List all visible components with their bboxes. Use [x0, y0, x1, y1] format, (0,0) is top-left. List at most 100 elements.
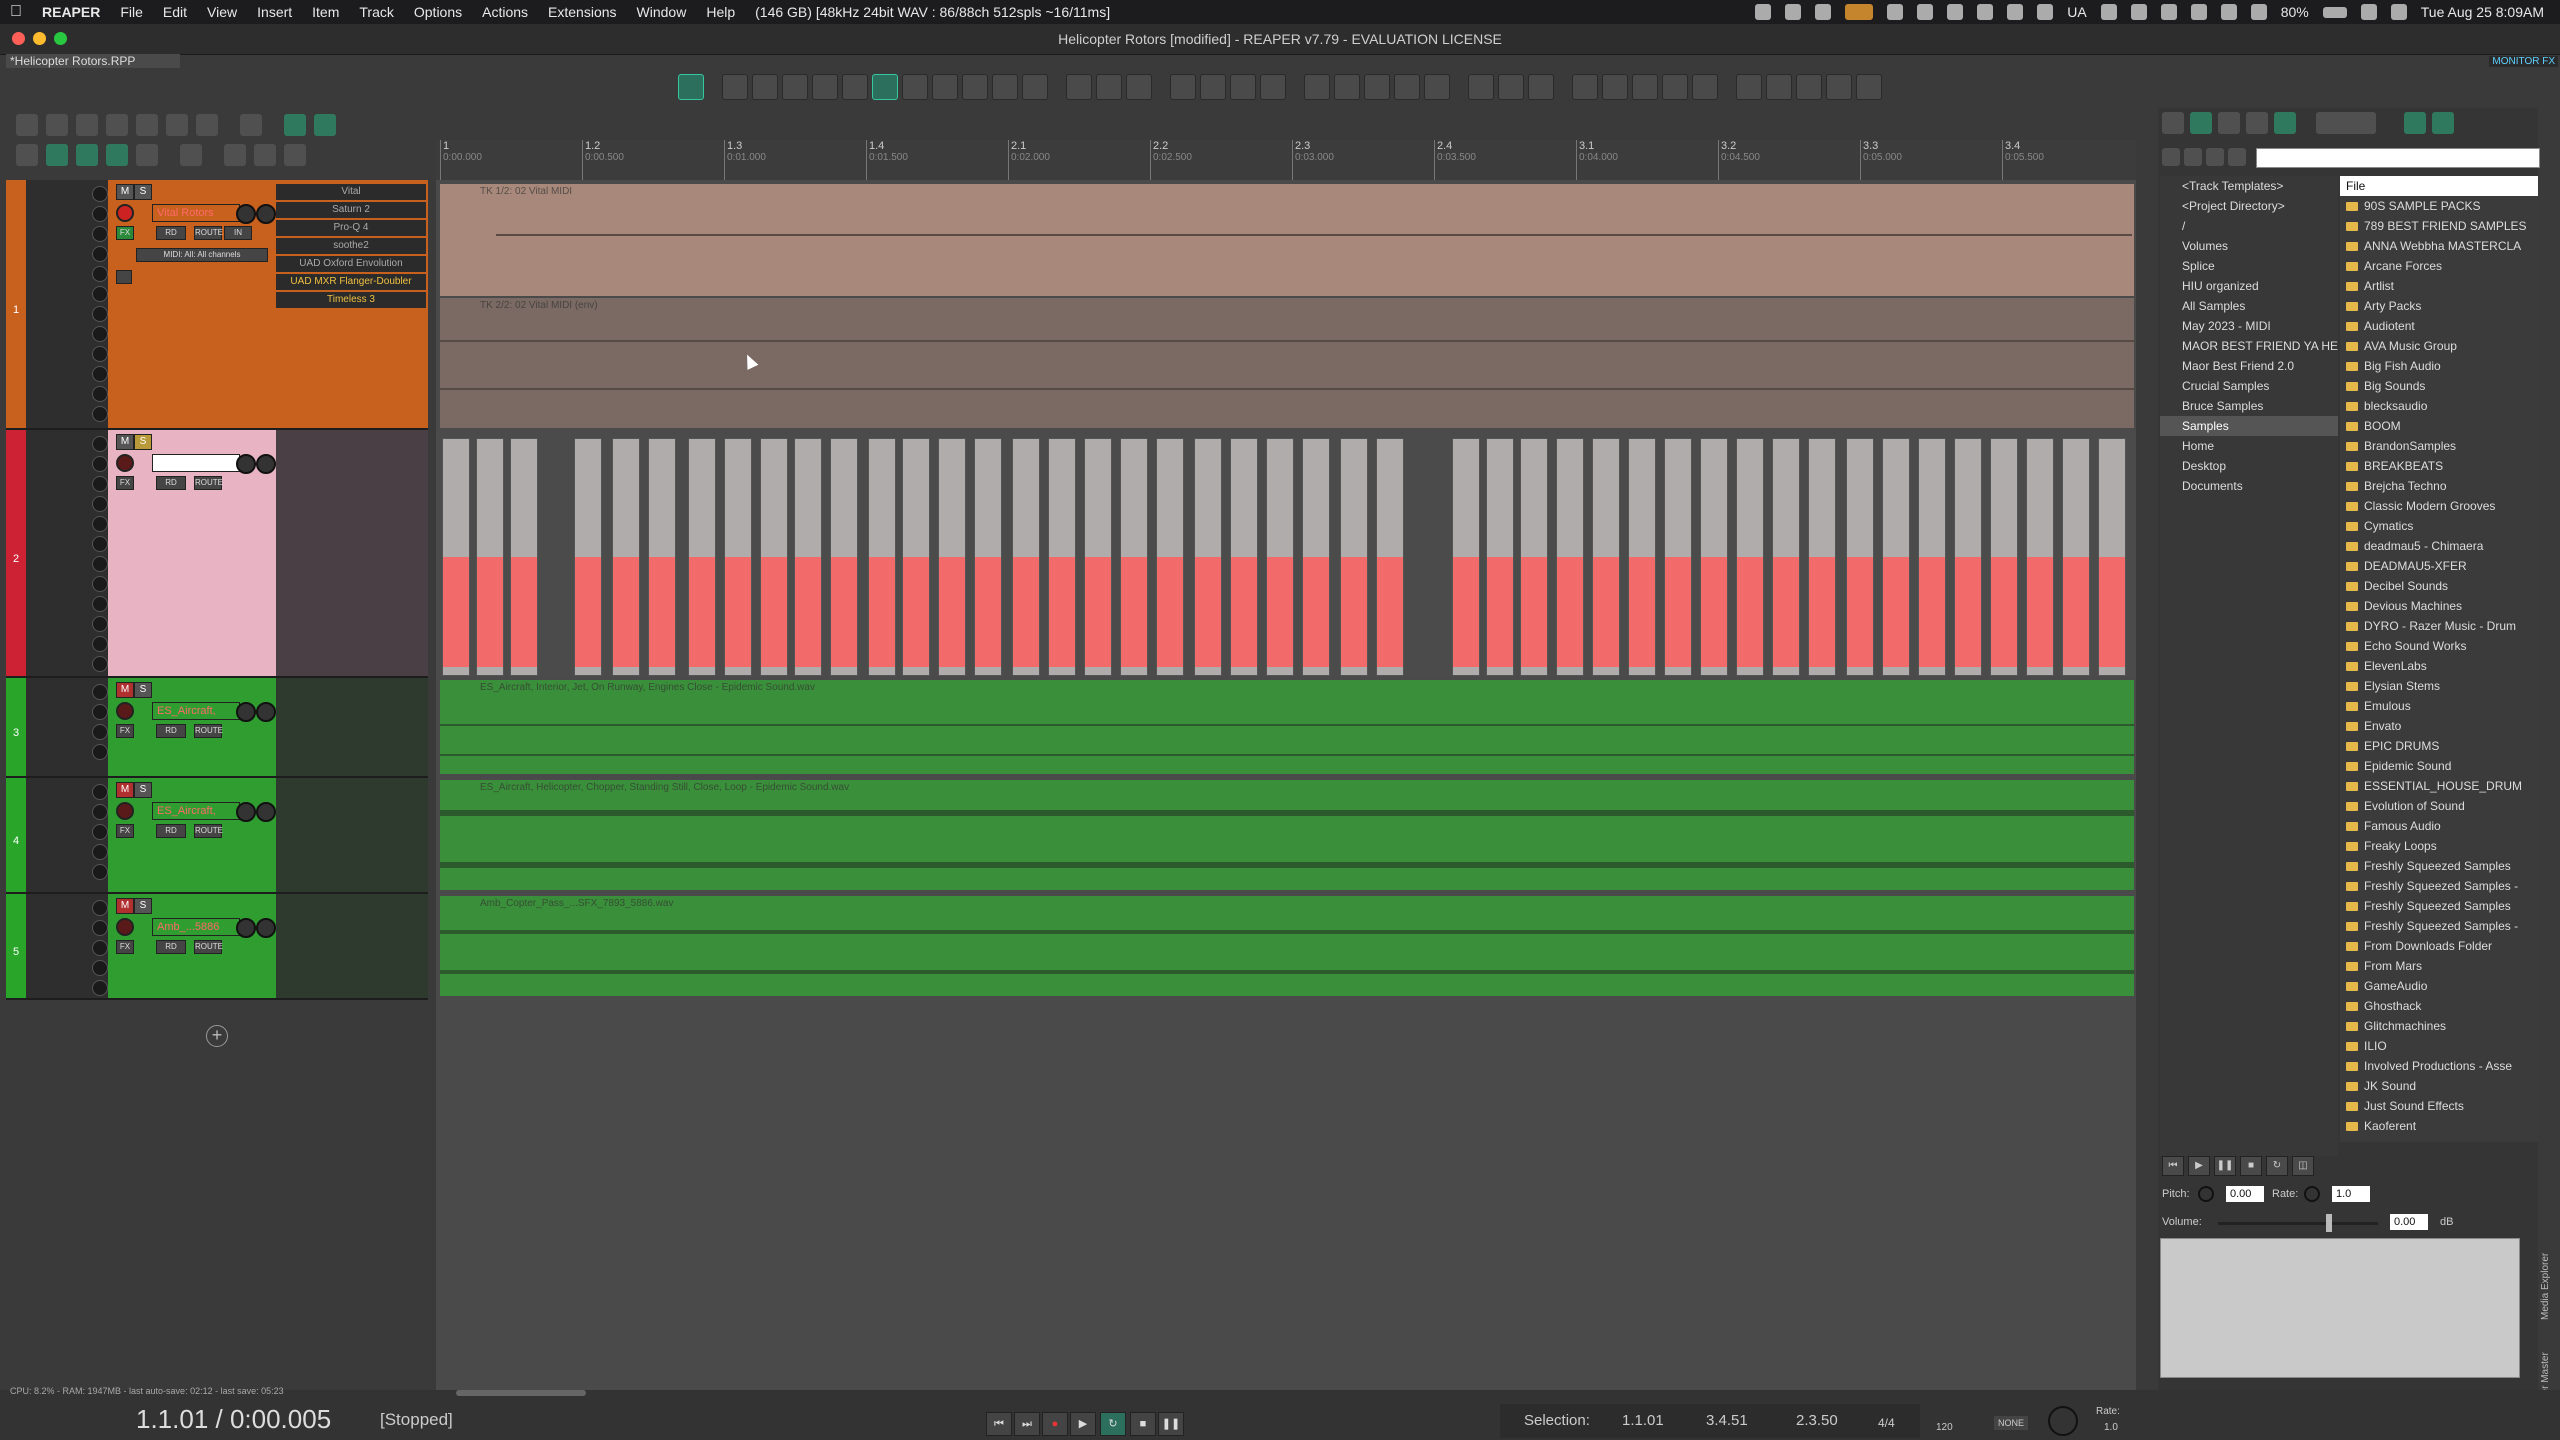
volume-knob[interactable]	[236, 454, 256, 474]
pause-button[interactable]: ❚❚	[1158, 1412, 1184, 1436]
status-icon[interactable]	[2037, 4, 2054, 20]
explorer-tool-icon[interactable]	[2274, 112, 2296, 134]
midi-clip[interactable]	[830, 438, 858, 676]
file-item[interactable]: Audiotent	[2340, 316, 2538, 336]
redo-icon[interactable]	[166, 114, 188, 136]
add-track-button[interactable]: +	[206, 1025, 228, 1047]
midi-item-envelope[interactable]: TK 2/2: 02 Vital MIDI (env)	[440, 298, 2134, 428]
mute-button[interactable]: M	[116, 434, 134, 450]
rd-button[interactable]: RD	[156, 476, 186, 490]
solo-button[interactable]: S	[134, 782, 152, 798]
rd-button[interactable]: RD	[156, 824, 186, 838]
midi-clip[interactable]	[1376, 438, 1404, 676]
phase-icon[interactable]	[116, 270, 132, 284]
toolbar-button[interactable]	[1528, 74, 1554, 100]
file-item[interactable]: Freshly Squeezed Samples -	[2340, 916, 2538, 936]
menu-actions[interactable]: Actions	[472, 4, 538, 20]
fx-button[interactable]: FX	[116, 824, 134, 838]
midi-clip[interactable]	[760, 438, 788, 676]
midi-clip[interactable]	[476, 438, 504, 676]
selection-end[interactable]: 3.4.51	[1706, 1412, 1748, 1429]
track-lane[interactable]: ES_Aircraft, Interior, Jet, On Runway, E…	[436, 678, 2136, 776]
dir-item[interactable]: Splice	[2160, 256, 2338, 276]
toolbar-button[interactable]	[962, 74, 988, 100]
toolbar-button[interactable]	[678, 74, 704, 100]
menu-file[interactable]: File	[110, 4, 153, 20]
file-item[interactable]: Artlist	[2340, 276, 2538, 296]
toolbar-button[interactable]	[1334, 74, 1360, 100]
midi-clip[interactable]	[1846, 438, 1874, 676]
tool-icon[interactable]	[254, 144, 276, 166]
play-icon[interactable]	[2190, 4, 2207, 20]
bpm-display[interactable]: 120	[1936, 1422, 1953, 1433]
solo-button[interactable]: S	[134, 434, 152, 450]
toolbar-button[interactable]	[1170, 74, 1196, 100]
volume-knob[interactable]	[236, 204, 256, 224]
rate-field[interactable]: 1.0	[2332, 1186, 2370, 1202]
midi-clip[interactable]	[1990, 438, 2018, 676]
explorer-tool-icon[interactable]	[2162, 112, 2184, 134]
file-item[interactable]: BrandonSamples	[2340, 436, 2538, 456]
tool-icon[interactable]	[46, 114, 68, 136]
file-item[interactable]: From Mars	[2340, 956, 2538, 976]
midi-clip[interactable]	[1486, 438, 1514, 676]
pause-icon[interactable]: ❚❚	[2214, 1156, 2236, 1176]
track-name[interactable]: ES_Aircraft,	[152, 702, 240, 720]
fx-button[interactable]: FX	[116, 226, 134, 240]
menu-edit[interactable]: Edit	[153, 4, 197, 20]
status-icon[interactable]	[1977, 4, 1994, 20]
file-item[interactable]: 789 BEST FRIEND SAMPLES	[2340, 216, 2538, 236]
toolbar-button[interactable]	[1364, 74, 1390, 100]
explorer-tool-icon[interactable]	[2316, 112, 2376, 134]
read-automation-button[interactable]	[1066, 74, 1092, 100]
dir-item[interactable]: All Samples	[2160, 296, 2338, 316]
volume-knob[interactable]	[236, 802, 256, 822]
volume-icon[interactable]	[2130, 4, 2147, 20]
midi-clip[interactable]	[442, 438, 470, 676]
timeline-ruler[interactable]: 1 0:00.000 1.2 0:00.500 1.3 0:01.000 1.4 0:0…	[436, 140, 2136, 181]
up-folder-icon[interactable]	[2206, 148, 2224, 166]
record-arm-button[interactable]	[116, 454, 134, 472]
path-search-input[interactable]	[2256, 148, 2540, 168]
tool-icon[interactable]	[196, 114, 218, 136]
file-item[interactable]: Cymatics	[2340, 516, 2538, 536]
mute-button[interactable]: M	[116, 682, 134, 698]
fx-button[interactable]: FX	[116, 724, 134, 738]
file-item[interactable]: Decibel Sounds	[2340, 576, 2538, 596]
volume-knob[interactable]	[236, 918, 256, 938]
audio-info[interactable]: (146 GB) [48kHz 24bit WAV : 86/88ch 512s…	[745, 4, 1120, 20]
toolbar-button[interactable]	[902, 74, 928, 100]
wifi-icon[interactable]	[2360, 4, 2377, 20]
mute-button[interactable]: M	[116, 898, 134, 914]
midi-clip[interactable]	[1954, 438, 1982, 676]
file-item[interactable]: Freshly Squeezed Samples -	[2340, 876, 2538, 896]
track-lane[interactable]: Amb_Copter_Pass_...SFX_7893_5886.wav	[436, 894, 2136, 998]
file-item[interactable]: EPIC DRUMS	[2340, 736, 2538, 756]
status-icon[interactable]	[1785, 4, 1802, 20]
fx-slot[interactable]: UAD Oxford Envolution	[276, 256, 426, 272]
file-item[interactable]: Arty Packs	[2340, 296, 2538, 316]
record-button[interactable]: ●	[1042, 1412, 1068, 1436]
midi-clip[interactable]	[1452, 438, 1480, 676]
record-arm-button[interactable]	[116, 918, 134, 936]
midi-clip[interactable]	[1520, 438, 1548, 676]
midi-clip[interactable]	[510, 438, 538, 676]
volume-field[interactable]: 0.00	[2390, 1214, 2428, 1230]
link-icon[interactable]	[314, 114, 336, 136]
toolbar-button[interactable]	[1826, 74, 1852, 100]
midi-item[interactable]: TK 1/2: 02 Vital MIDI	[440, 184, 2134, 296]
status-icon[interactable]	[1947, 4, 1964, 20]
selection-start[interactable]: 1.1.01	[1622, 1412, 1664, 1429]
midi-clip[interactable]	[1700, 438, 1728, 676]
toolbar-button[interactable]	[782, 74, 808, 100]
file-item[interactable]: ILIO	[2340, 1036, 2538, 1056]
master-rate-knob[interactable]	[2048, 1406, 2078, 1436]
midi-clip[interactable]	[1772, 438, 1800, 676]
file-item[interactable]: deadmau5 - Chimaera	[2340, 536, 2538, 556]
rd-button[interactable]: RD	[156, 226, 186, 240]
grid-icon[interactable]	[76, 144, 98, 166]
monitor-fx-button[interactable]: MONITOR FX	[2489, 56, 2558, 67]
rate-value[interactable]: 1.0	[2104, 1422, 2118, 1433]
file-item[interactable]: ElevenLabs	[2340, 656, 2538, 676]
play-icon[interactable]: ▶	[2188, 1156, 2210, 1176]
